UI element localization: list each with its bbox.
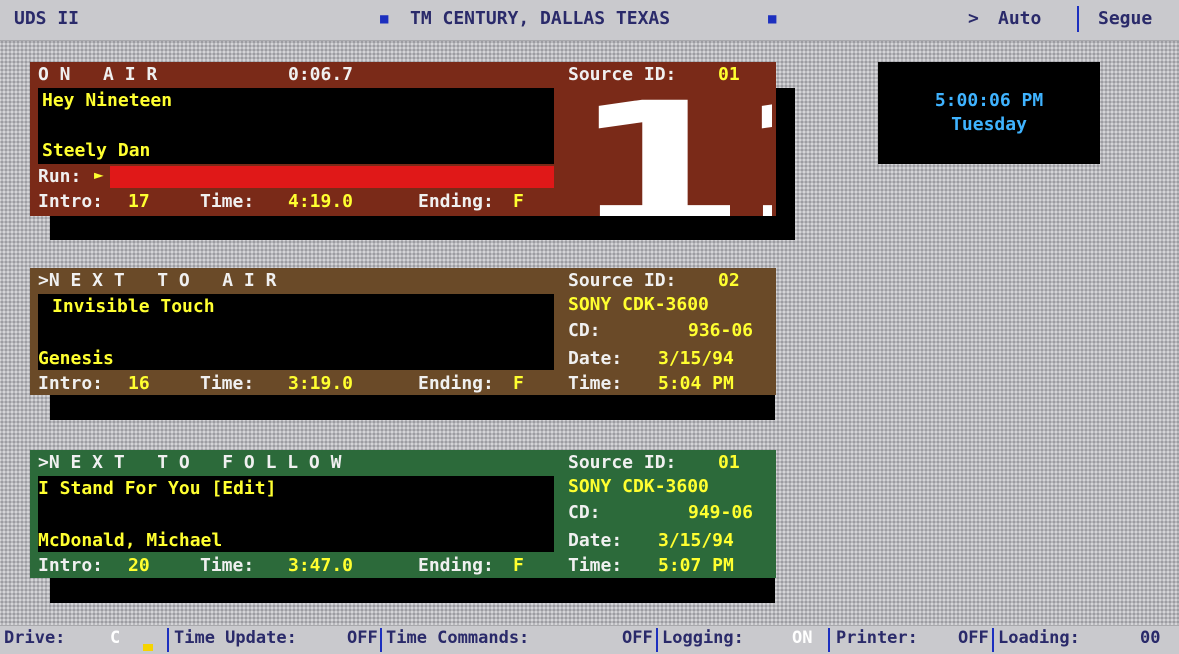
time-update-value[interactable]: OFF	[347, 630, 378, 647]
ending-label: Ending:	[418, 191, 494, 212]
date-label: Date:	[568, 348, 623, 369]
track-title: Invisible Touch	[52, 296, 215, 317]
intro-value: 20	[128, 555, 150, 576]
logging-value[interactable]: ON	[792, 630, 812, 647]
ending-value: F	[513, 373, 524, 394]
status-divider	[828, 628, 830, 652]
app-name: UDS II	[14, 8, 80, 29]
intro-value: 17	[128, 191, 150, 212]
status-divider	[656, 628, 658, 652]
play-arrow-icon: ►	[94, 165, 104, 184]
track-artist: Steely Dan	[42, 140, 151, 161]
intro-label: Intro:	[38, 191, 104, 212]
loading-value: 00	[1140, 628, 1161, 648]
segue-button[interactable]: Segue	[1098, 10, 1152, 28]
intro-value: 16	[128, 373, 150, 394]
cd-label: CD:	[568, 320, 601, 341]
clock-time: 5:00:06 PM	[934, 90, 1044, 111]
scheduled-time-value: 5:07 PM	[658, 555, 734, 576]
mode-auto-button[interactable]: Auto	[998, 10, 1041, 28]
device-name: SONY CDK-3600	[568, 294, 709, 315]
ending-value: F	[513, 191, 524, 212]
source-id-label: Source ID:	[568, 452, 677, 473]
time-label: Time:	[200, 191, 255, 212]
track-title: Hey Nineteen	[42, 90, 173, 111]
source-id-value: 01	[718, 64, 740, 85]
time-value: 3:47.0	[288, 555, 354, 576]
status-divider	[167, 628, 169, 652]
time-value: 3:19.0	[288, 373, 354, 394]
ending-label: Ending:	[418, 373, 494, 394]
loading-label: Loading:	[998, 628, 1080, 648]
track-artist: Genesis	[38, 348, 114, 369]
time-commands-value[interactable]: OFF	[622, 630, 653, 647]
scheduled-time-label: Time:	[568, 555, 623, 576]
cd-value: 936-06	[688, 320, 754, 341]
track-artist: McDonald, Michael	[38, 530, 223, 551]
time-update-label: Time Update:	[174, 628, 297, 648]
intro-label: Intro:	[38, 555, 104, 576]
next-to-follow-label: >N E X T T O F O L L O W	[38, 452, 342, 473]
date-value: 3/15/94	[658, 348, 734, 369]
source-id-label: Source ID:	[568, 64, 677, 85]
time-value: 4:19.0	[288, 191, 354, 212]
time-label: Time:	[200, 373, 255, 394]
run-label: Run:	[38, 166, 82, 187]
cd-label: CD:	[568, 502, 601, 523]
elapsed-time: 0:06.7	[288, 64, 354, 85]
ending-value: F	[513, 555, 524, 576]
intro-label: Intro:	[38, 373, 104, 394]
square-bullet-icon: ■	[380, 11, 389, 27]
station-name: TM CENTURY, DALLAS TEXAS	[410, 8, 671, 29]
text-cursor	[143, 644, 153, 651]
scheduled-time-label: Time:	[568, 373, 623, 394]
status-divider	[992, 628, 994, 652]
drive-value[interactable]: C	[110, 630, 120, 647]
next-to-air-label: >N E X T T O A I R	[38, 270, 277, 291]
run-progress-bar	[110, 166, 554, 188]
clock-day: Tuesday	[951, 114, 1027, 135]
printer-value[interactable]: OFF	[958, 630, 989, 647]
header-divider	[1077, 6, 1079, 32]
source-id-value: 01	[718, 452, 740, 473]
date-label: Date:	[568, 530, 623, 551]
track-title: I Stand For You [Edit]	[38, 478, 277, 499]
time-label: Time:	[200, 555, 255, 576]
device-name: SONY CDK-3600	[568, 476, 709, 497]
drive-label: Drive:	[4, 628, 66, 648]
clock-panel: 5:00:06 PM Tuesday	[878, 62, 1100, 164]
cd-value: 949-06	[688, 502, 754, 523]
source-id-label: Source ID:	[568, 270, 677, 291]
time-commands-label: Time Commands:	[386, 628, 530, 648]
status-divider	[380, 628, 382, 652]
square-bullet-icon: ■	[768, 11, 777, 27]
mode-arrow-icon: >	[968, 8, 979, 29]
logging-label: Logging:	[662, 628, 744, 648]
cart-number-box: 11	[568, 88, 772, 216]
ending-label: Ending:	[418, 555, 494, 576]
on-air-label: O N A I R	[38, 64, 158, 85]
printer-label: Printer:	[836, 628, 918, 648]
next-to-follow-panel[interactable]: >N E X T T O F O L L O W Source ID: 01 I…	[30, 450, 776, 578]
source-id-value: 02	[718, 270, 740, 291]
next-to-air-panel[interactable]: >N E X T T O A I R Source ID: 02 Invisib…	[30, 268, 776, 395]
scheduled-time-value: 5:04 PM	[658, 373, 734, 394]
on-air-panel[interactable]: O N A I R 0:06.7 Source ID: 01 Hey Ninet…	[30, 62, 776, 216]
cart-number: 11	[570, 88, 772, 216]
date-value: 3/15/94	[658, 530, 734, 551]
